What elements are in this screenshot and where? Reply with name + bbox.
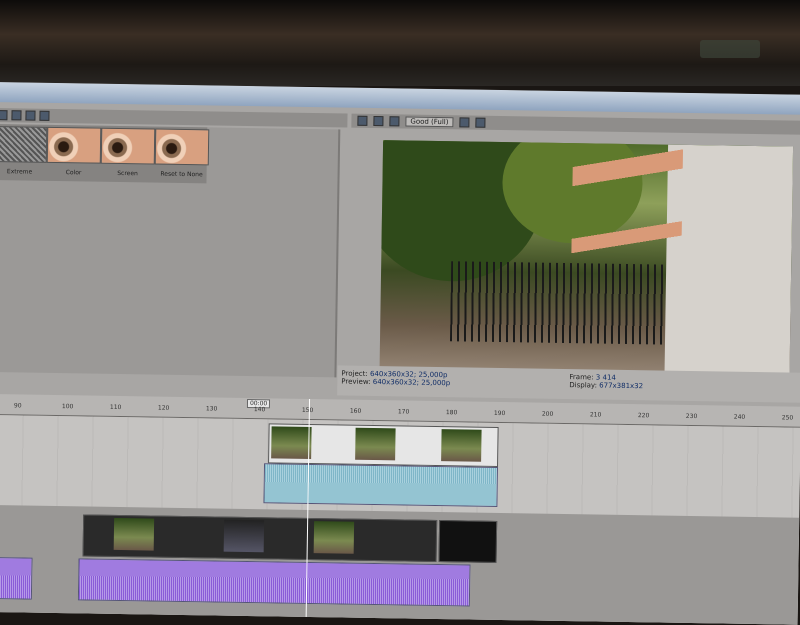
fx-preset-thumbnail bbox=[46, 126, 102, 164]
fx-preset-reset[interactable]: Reset to None bbox=[154, 127, 210, 184]
video-preview bbox=[379, 140, 794, 383]
monitor-bezel bbox=[0, 0, 800, 86]
clip-thumbnail bbox=[441, 429, 482, 462]
display-label: Display: bbox=[569, 381, 598, 390]
ruler-tick: 210 bbox=[589, 411, 602, 419]
ruler-tick: 150 bbox=[301, 406, 314, 415]
save-snapshot-button[interactable] bbox=[475, 117, 486, 128]
audio-clip[interactable] bbox=[263, 463, 499, 507]
ruler-tick: 170 bbox=[397, 408, 410, 416]
fx-preset-label: Extreme bbox=[6, 168, 33, 176]
preview-label: Preview: bbox=[341, 377, 371, 386]
clip-thumbnail bbox=[113, 517, 155, 551]
overlay-button[interactable] bbox=[389, 116, 400, 127]
preview-toolbar: Good (Full) bbox=[351, 113, 800, 135]
preview-properties-button[interactable] bbox=[357, 115, 368, 126]
ruler-tick: 130 bbox=[205, 405, 218, 413]
fx-preset-strip: Extreme Color Screen Reset to None bbox=[0, 123, 210, 184]
toolbar-button[interactable] bbox=[39, 110, 50, 121]
toolbar-button[interactable] bbox=[11, 110, 22, 121]
display-value: 677x381x32 bbox=[599, 381, 644, 391]
clip-thumbnail bbox=[355, 427, 396, 461]
fx-preset-color[interactable]: Color bbox=[46, 125, 102, 182]
ruler-tick: 230 bbox=[685, 412, 698, 421]
ruler-tick: 140 bbox=[253, 406, 266, 414]
fx-preset-thumbnail bbox=[154, 128, 210, 166]
fx-preset-thumbnail bbox=[0, 125, 48, 163]
ruler-tick: 120 bbox=[157, 404, 170, 412]
fx-preset-label: Reset to None bbox=[160, 170, 203, 179]
preview-building bbox=[664, 144, 794, 383]
clip-thumbnail bbox=[223, 519, 265, 553]
split-screen-button[interactable] bbox=[373, 115, 384, 127]
ruler-tick: 100 bbox=[61, 403, 74, 411]
preview-info-bar: Project: 640x360x32; 25,000p Preview: 64… bbox=[337, 365, 800, 403]
editor-window: Extreme Color Screen Reset to None Good … bbox=[0, 82, 800, 625]
ruler-tick: 180 bbox=[445, 409, 458, 417]
fx-preset-extreme[interactable]: Extreme bbox=[0, 124, 48, 181]
copy-snapshot-button[interactable] bbox=[459, 117, 470, 128]
audio-clip[interactable] bbox=[77, 558, 471, 607]
ruler-tick: 160 bbox=[349, 407, 362, 415]
clip-thumbnail bbox=[313, 521, 355, 554]
media-fx-panel: Extreme Color Screen Reset to None bbox=[0, 123, 341, 378]
fx-preset-label: Screen bbox=[117, 169, 138, 178]
video-clip[interactable] bbox=[438, 520, 498, 563]
preview-subject bbox=[569, 143, 684, 365]
preview-quality-select[interactable]: Good (Full) bbox=[405, 116, 454, 128]
monitor-logo bbox=[700, 40, 760, 58]
ruler-tick: 90 bbox=[13, 402, 22, 410]
timeline-tracks bbox=[0, 414, 800, 625]
fx-preset-label: Color bbox=[65, 169, 82, 177]
video-clip[interactable] bbox=[82, 514, 438, 563]
preview-value: 640x360x32; 25,000p bbox=[372, 377, 451, 388]
toolbar-button[interactable] bbox=[0, 110, 8, 121]
audio-clip[interactable] bbox=[0, 556, 33, 600]
ruler-tick: 220 bbox=[637, 412, 650, 420]
toolbar-button[interactable] bbox=[25, 110, 36, 121]
ruler-tick: 200 bbox=[541, 410, 554, 418]
ruler-tick: 250 bbox=[781, 414, 794, 422]
ruler-tick: 190 bbox=[493, 409, 506, 418]
lower-track-area bbox=[0, 504, 800, 625]
video-clip[interactable] bbox=[268, 423, 499, 467]
fx-preset-screen[interactable]: Screen bbox=[100, 126, 156, 183]
ruler-tick: 110 bbox=[109, 403, 122, 412]
clip-thumbnail bbox=[271, 426, 312, 460]
fx-preset-thumbnail bbox=[100, 127, 156, 165]
ruler-tick: 240 bbox=[733, 413, 746, 421]
